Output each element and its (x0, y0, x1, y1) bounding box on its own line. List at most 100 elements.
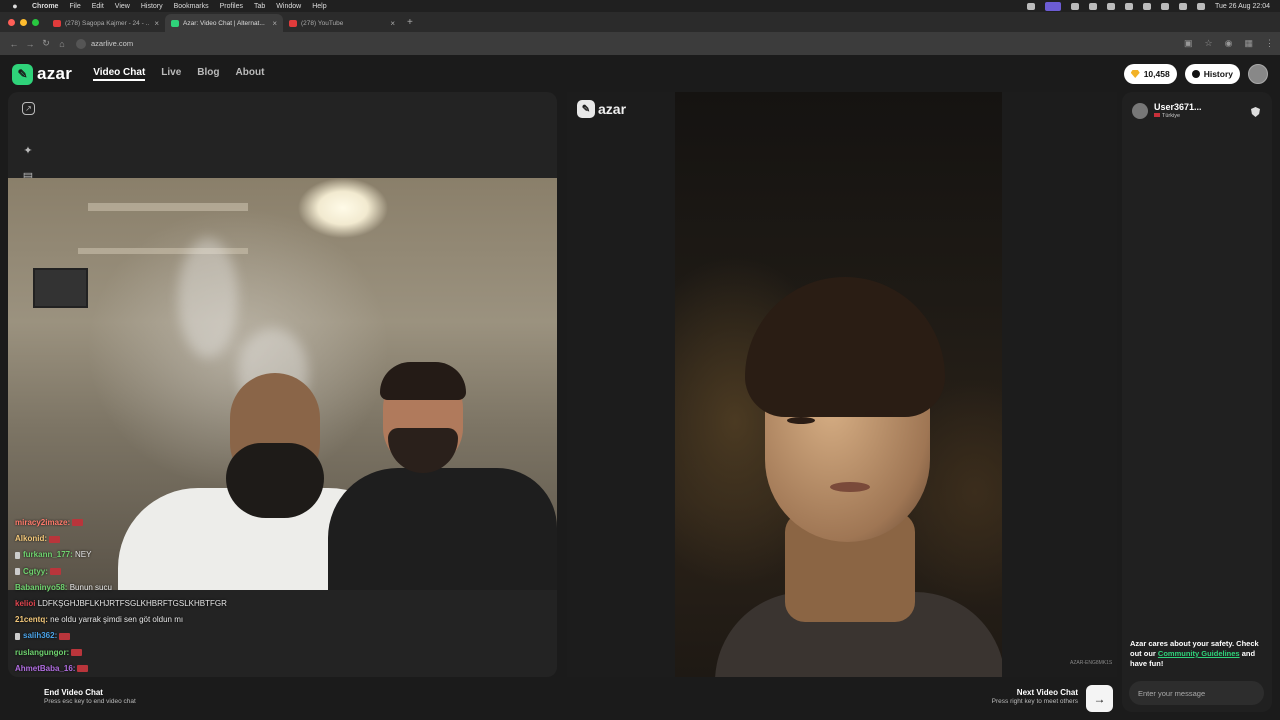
partner-avatar (1132, 102, 1148, 119)
extensions-icon[interactable]: ▦ (1244, 38, 1253, 49)
forward-icon[interactable]: → (22, 39, 38, 49)
shield-extension-icon[interactable]: ◉ (1225, 38, 1233, 49)
menu-tab[interactable]: Tab (254, 3, 265, 10)
menu-help[interactable]: Help (312, 3, 326, 10)
chat-username[interactable]: salih362: (23, 631, 57, 640)
chat-message: AhmetBaba_16: (15, 661, 555, 677)
control-center-icon[interactable] (1196, 2, 1205, 10)
wifi-icon[interactable] (1142, 2, 1151, 10)
search-icon[interactable] (1178, 2, 1187, 10)
country-label: Türkiye (1162, 113, 1181, 119)
close-window-icon[interactable] (8, 18, 15, 26)
message-input[interactable] (1129, 681, 1264, 705)
browser-tab-azar[interactable]: Azar: Video Chat | Alternat... × (165, 14, 283, 32)
display-icon[interactable] (1088, 2, 1097, 10)
back-icon[interactable]: ← (6, 39, 22, 49)
end-title: End Video Chat (44, 688, 103, 697)
chat-username[interactable]: Babaninyo58: (15, 583, 67, 592)
tab-title: (278) YouTube (301, 19, 344, 27)
azar-logo[interactable]: ✎ azar (12, 63, 73, 85)
screen-record-icon[interactable] (1026, 2, 1035, 10)
menu-app[interactable]: Chrome (32, 3, 58, 10)
profile-avatar[interactable] (1248, 64, 1268, 84)
extension-icon[interactable] (1070, 2, 1079, 10)
url-field[interactable]: azarlive.com (76, 38, 133, 49)
history-button[interactable]: History (1184, 64, 1240, 84)
chat-username[interactable]: Alkonid: (15, 534, 47, 543)
chat-username[interactable]: ruslangungor: (15, 648, 69, 657)
expand-icon[interactable]: ↗ (22, 102, 35, 115)
logo-text: azar (37, 64, 73, 83)
chat-username[interactable]: kelioi (15, 599, 35, 608)
home-icon[interactable]: ⌂ (54, 39, 70, 49)
partner-user[interactable]: User3671... Türkiye (1132, 102, 1202, 119)
tab-title: (278) Sagopa Kajmer - 24 - ... (65, 19, 149, 27)
chat-message: furkann_177: NEY (15, 547, 555, 563)
new-tab-icon[interactable]: + (407, 17, 413, 28)
youtube-icon (53, 19, 61, 27)
apple-icon[interactable]: ● (10, 1, 20, 11)
cast-icon[interactable]: ▣ (1184, 38, 1193, 49)
chat-username[interactable]: AhmetBaba_16: (15, 664, 75, 673)
close-tab-icon[interactable]: × (390, 19, 395, 28)
history-label: History (1203, 69, 1233, 79)
effects-sparkle-icon[interactable]: ✦ (18, 140, 38, 160)
volume-icon[interactable] (1106, 2, 1115, 10)
gems-button[interactable]: 10,458 (1123, 64, 1177, 84)
chat-text: ne oldu yarrak şimdi sen göt oldun mı (50, 615, 184, 625)
chat-username[interactable]: miracy2imaze: (15, 518, 70, 527)
azar-favicon-icon (171, 19, 179, 27)
site-info-icon[interactable] (76, 38, 86, 49)
menu-window[interactable]: Window (276, 3, 301, 10)
gems-count: 10,458 (1143, 69, 1170, 79)
bluetooth-icon[interactable] (1124, 2, 1133, 10)
nav-about[interactable]: About (236, 67, 265, 81)
bookmark-star-icon[interactable]: ☆ (1205, 38, 1213, 49)
mac-menubar: ● Chrome File Edit View History Bookmark… (0, 0, 1280, 12)
menu-view[interactable]: View (115, 3, 130, 10)
video-logo-text: azar (598, 101, 627, 117)
chat-message: miracy2imaze: (15, 515, 555, 531)
minimize-window-icon[interactable] (20, 18, 27, 26)
close-tab-icon[interactable]: × (272, 19, 277, 28)
battery-icon[interactable] (1160, 2, 1169, 10)
report-shield-icon[interactable] (1251, 107, 1260, 117)
partner-info-panel: User3671... Türkiye Azar cares about you… (1122, 92, 1272, 712)
browser-actions: ▣ ☆ ◉ ▦ ⋮ (1184, 38, 1274, 49)
menu-profiles[interactable]: Profiles (220, 3, 243, 10)
azar-logo-icon: ✎ (12, 63, 33, 85)
browser-tab-youtube[interactable]: (278) YouTube × (283, 14, 401, 32)
next-video-chat-control[interactable]: Next Video Chat Press right key to meet … (986, 688, 1078, 705)
safety-notice: Azar cares about your safety. Check out … (1130, 639, 1270, 669)
browser-tab-sagopa[interactable]: (278) Sagopa Kajmer - 24 - ... × (47, 14, 165, 32)
partner-hair (745, 277, 945, 417)
nav-blog[interactable]: Blog (197, 67, 219, 81)
chat-username[interactable]: Cgtyy: (23, 567, 48, 576)
menu-bookmarks[interactable]: Bookmarks (174, 3, 209, 10)
video-watermark: AZAR-ENG8MK1S (1070, 660, 1113, 666)
cctv-monitor (33, 268, 88, 308)
status-icons: Tue 26 Aug 22:04 (1026, 1, 1270, 11)
zoom-window-icon[interactable] (32, 18, 39, 26)
nav-video-chat[interactable]: Video Chat (93, 67, 146, 81)
url-text[interactable]: azarlive.com (91, 39, 133, 48)
menu-icon[interactable]: ⋮ (1265, 38, 1274, 49)
end-video-chat-control[interactable]: End Video Chat Press esc key to end vide… (44, 688, 136, 705)
community-guidelines-link[interactable]: Community Guidelines (1158, 649, 1240, 658)
active-app-icon[interactable] (1044, 1, 1061, 11)
chat-text: NEY (75, 550, 92, 560)
nav-live[interactable]: Live (161, 67, 181, 81)
menu-history[interactable]: History (141, 3, 163, 10)
chat-message: salih362: (15, 628, 555, 644)
clock-text[interactable]: Tue 26 Aug 22:04 (1215, 3, 1270, 10)
chat-username[interactable]: furkann_177: (23, 550, 73, 559)
site-header: ✎ azar Video Chat Live Blog About 10,458… (0, 55, 1280, 93)
close-tab-icon[interactable]: × (154, 19, 159, 28)
chat-username[interactable]: 21centq: (15, 615, 48, 624)
menu-file[interactable]: File (69, 3, 80, 10)
flag-emoji-icon (59, 632, 71, 640)
flag-emoji-icon (77, 665, 89, 673)
next-arrow-button[interactable]: → (1086, 685, 1113, 712)
menu-edit[interactable]: Edit (92, 3, 104, 10)
reload-icon[interactable]: ↻ (38, 38, 54, 49)
